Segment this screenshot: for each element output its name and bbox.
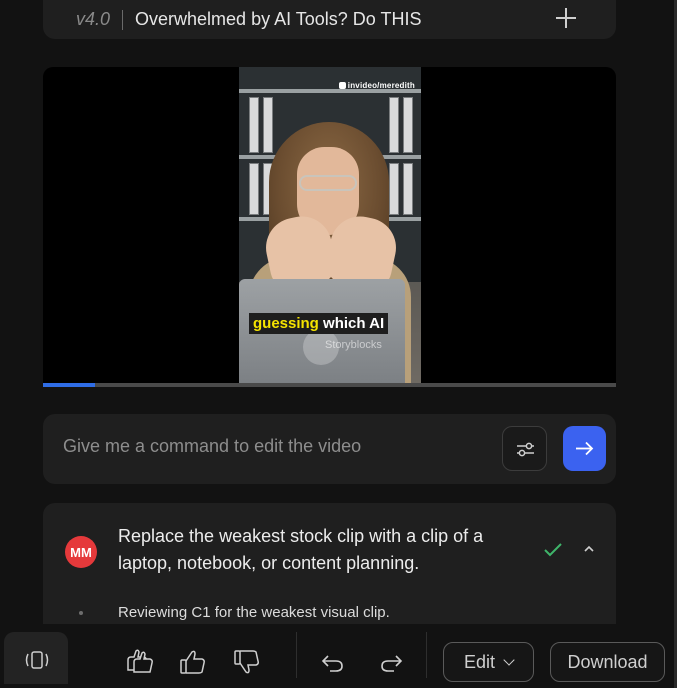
step-bullet: [79, 611, 83, 615]
header-divider: [122, 9, 124, 30]
version-label: v4.0: [76, 9, 111, 29]
binder: [403, 163, 413, 215]
video-frame: invideo/meredith guessing which AI Story…: [239, 67, 421, 384]
video-title[interactable]: Overwhelmed by AI Tools? Do THIS: [135, 9, 421, 30]
thumbs-down-icon[interactable]: [232, 648, 262, 676]
toolbar-separator: [426, 632, 427, 678]
caption-rest: which AI: [318, 315, 385, 332]
sliders-icon: [517, 442, 534, 457]
bottom-toolbar: Edit Download: [0, 624, 677, 688]
video-progress-fill: [43, 383, 95, 387]
thumbs-up-icon[interactable]: [178, 648, 208, 676]
edit-label: Edit: [463, 651, 496, 672]
message-text: Replace the weakest stock clip with a cl…: [118, 526, 484, 573]
step-text: Reviewing C1 for the weakest visual clip…: [118, 604, 390, 621]
watermark-logo-icon: [338, 82, 346, 89]
download-button[interactable]: Download: [550, 642, 665, 682]
download-label: Download: [567, 651, 648, 672]
command-input[interactable]: [63, 436, 483, 457]
binder: [389, 97, 399, 153]
binder: [389, 163, 399, 215]
binder: [249, 97, 259, 153]
video-caption: guessing which AI: [249, 313, 389, 334]
arrow-right-icon: [576, 441, 594, 456]
plus-icon[interactable]: [554, 6, 578, 30]
video-player[interactable]: invideo/meredith guessing which AI Story…: [43, 67, 616, 387]
command-box: [43, 414, 616, 484]
person-glasses: [299, 175, 357, 191]
edit-dropdown-button[interactable]: Edit: [443, 642, 534, 682]
video-progress-bar[interactable]: [43, 383, 616, 387]
video-header: v4.0 Overwhelmed by AI Tools? Do THIS: [43, 0, 616, 39]
stock-watermark: Storyblocks: [325, 339, 382, 351]
check-icon: [544, 543, 562, 557]
command-settings-button[interactable]: [502, 426, 547, 471]
clapping-hands-icon[interactable]: [122, 648, 158, 676]
app-frame: v4.0 Overwhelmed by AI Tools? Do THIS in…: [0, 0, 677, 688]
chevron-down-icon: [503, 653, 515, 666]
binder: [403, 97, 413, 153]
binder: [249, 163, 259, 215]
layout-toggle-button[interactable]: [4, 632, 68, 684]
avatar: MM: [65, 536, 97, 568]
caption-highlight: guessing: [253, 315, 319, 332]
chevron-up-icon[interactable]: [581, 541, 597, 557]
undo-icon[interactable]: [320, 652, 346, 674]
toolbar-separator: [296, 632, 297, 678]
send-command-button[interactable]: [563, 426, 606, 471]
redo-icon[interactable]: [378, 652, 404, 674]
layout-toggle-icon: [25, 651, 49, 669]
binder: [263, 97, 273, 153]
creator-watermark: invideo/meredith: [338, 81, 415, 90]
command-message-card: MM Replace the weakest stock clip with a…: [43, 503, 616, 643]
